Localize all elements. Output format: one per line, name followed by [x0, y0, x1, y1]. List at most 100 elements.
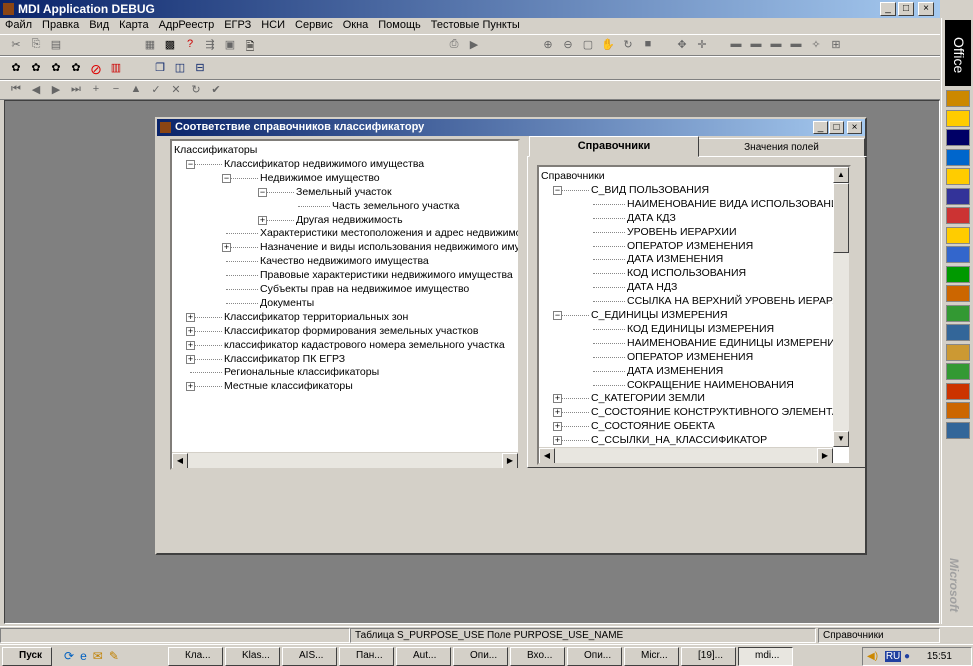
group3-icon[interactable]: ✿ — [48, 61, 64, 76]
expand-icon[interactable]: + — [553, 422, 562, 432]
cascade-icon[interactable]: ❐ — [152, 61, 168, 76]
tree-node[interactable]: СОКРАЩЕНИЕ НАИМЕНОВАНИЯ — [627, 378, 794, 392]
tree-node[interactable]: ССЫЛКА НА ВЕРХНИЙ УРОВЕНЬ ИЕРАРХИИ — [627, 294, 849, 308]
language-indicator[interactable]: RU — [884, 651, 902, 662]
menu-item[interactable]: Тестовые Пункты — [426, 18, 525, 34]
scroll-up-button[interactable]: ▲ — [833, 167, 849, 183]
tile-vertical-icon[interactable]: ◫ — [172, 61, 188, 76]
tool-icon[interactable]: ⇶ — [202, 38, 218, 53]
office-powerpoint-icon[interactable] — [946, 207, 970, 224]
office-calc-icon[interactable] — [946, 246, 970, 263]
layer-icon[interactable]: ▬ — [728, 38, 744, 53]
next-record-icon[interactable]: ▶ — [48, 83, 64, 98]
prior-record-icon[interactable]: ◀ — [28, 83, 44, 98]
office-icon-c-icon[interactable] — [946, 129, 970, 146]
taskbar-button[interactable]: Aut... — [396, 647, 451, 666]
taskbar-button[interactable]: Кла... — [168, 647, 223, 666]
tab-field-values[interactable]: Значения полей — [698, 138, 865, 158]
collapse-icon[interactable]: − — [553, 185, 562, 195]
tree-node[interactable]: Классификатор формирования земельных уча… — [224, 324, 478, 338]
desktop-icon[interactable]: ⟳ — [64, 649, 74, 663]
office-gallery-icon[interactable] — [946, 304, 970, 322]
tree-node[interactable]: Региональные классификаторы — [224, 365, 379, 379]
office-icon-e-icon[interactable] — [946, 168, 970, 185]
insert-record-icon[interactable]: + — [88, 83, 104, 98]
menu-item[interactable]: Помощь — [373, 18, 426, 34]
tree-node[interactable]: С_СОСТОЯНИЕ КОНСТРУКТИВНОГО ЭЛЕМЕНТА — [591, 405, 839, 419]
expand-icon[interactable]: + — [553, 408, 562, 418]
taskbar-button[interactable]: Micr... — [624, 647, 679, 666]
child-close-button[interactable]: × — [847, 121, 862, 134]
taskbar-button[interactable]: mdi... — [738, 647, 793, 666]
tree-node[interactable]: КОД ЕДИНИЦЫ ИЗМЕРЕНИЯ — [627, 322, 774, 336]
tree-node[interactable]: ДАТА ИЗМЕНЕНИЯ — [627, 252, 723, 266]
outlook-icon[interactable]: ✉ — [93, 649, 103, 663]
office-logo[interactable]: Office — [945, 20, 971, 86]
tree-node[interactable]: Недвижимое имущество — [260, 171, 380, 185]
taskbar-button[interactable]: [19]... — [681, 647, 736, 666]
menu-item[interactable]: НСИ — [256, 18, 290, 34]
taskbar-button[interactable]: Klas... — [225, 647, 280, 666]
full-extent-icon[interactable]: ■ — [640, 38, 656, 53]
scroll-right-button[interactable]: ▶ — [502, 453, 518, 468]
office-network-icon[interactable] — [946, 421, 970, 439]
apply-icon[interactable]: ✔ — [208, 83, 224, 98]
paste-icon[interactable]: ▤ — [48, 38, 64, 53]
scroll-right-button[interactable]: ▶ — [817, 448, 833, 463]
expand-icon[interactable]: + — [222, 243, 231, 253]
tree-node[interactable]: Качество недвижимого имущества — [260, 254, 429, 268]
child-maximize-button[interactable]: □ — [829, 121, 844, 134]
tree-node[interactable]: Документы — [260, 296, 314, 310]
office-word-icon[interactable] — [946, 187, 970, 205]
start-button[interactable]: Пуск — [2, 647, 52, 666]
menu-item[interactable]: Окна — [338, 18, 374, 34]
zoom-window-icon[interactable]: ▢ — [580, 38, 596, 53]
tree-root[interactable]: Классификаторы — [174, 143, 257, 157]
layers-icon[interactable]: ▩ — [162, 38, 178, 53]
menu-item[interactable]: Правка — [37, 18, 84, 34]
expand-icon[interactable]: + — [186, 382, 195, 392]
tree-node[interactable]: Земельный участок — [296, 185, 392, 199]
maximize-button[interactable]: □ — [898, 2, 914, 16]
layer3-icon[interactable]: ▬ — [768, 38, 784, 53]
expand-icon[interactable]: + — [258, 215, 267, 225]
office-form-icon[interactable] — [946, 343, 970, 361]
sparkle-icon[interactable]: ✧ — [808, 38, 824, 53]
edit-record-icon[interactable]: ▲ — [128, 83, 144, 98]
help-tray-icon[interactable]: ● — [904, 651, 910, 662]
ie-icon[interactable]: e — [80, 649, 87, 663]
zoom-out-icon[interactable]: ⊖ — [560, 38, 576, 53]
office-pencil-icon[interactable] — [946, 226, 970, 244]
expand-icon[interactable]: + — [186, 312, 195, 322]
tree-node[interactable]: Субъекты прав на недвижимое имущество — [260, 282, 469, 296]
minimize-button[interactable]: _ — [880, 2, 896, 16]
references-tree[interactable]: Справочники − С_ВИД ПОЛЬЗОВАНИЯ НАИМЕНОВАНИ… — [537, 165, 851, 465]
properties-icon[interactable]: ▦ — [142, 38, 158, 53]
tree-root[interactable]: Справочники — [541, 169, 605, 183]
tree-node[interactable]: ОПЕРАТОР ИЗМЕНЕНИЯ — [627, 350, 753, 364]
menu-item[interactable]: Вид — [84, 18, 114, 34]
office-icon-a-icon[interactable] — [946, 90, 970, 107]
tree-node[interactable]: Классификатор ПК ЕГРЗ — [224, 352, 345, 366]
copy-icon[interactable]: ⎘ — [28, 38, 44, 53]
references-vscrollbar[interactable]: ▲ ▼ — [833, 167, 849, 447]
menu-item[interactable]: ЕГРЗ — [219, 18, 256, 34]
collapse-icon[interactable]: − — [258, 187, 267, 197]
expand-icon[interactable]: + — [186, 326, 195, 336]
select-icon[interactable]: ⊞ — [828, 38, 844, 53]
office-icon-d-icon[interactable] — [946, 148, 970, 166]
scroll-left-button[interactable]: ◀ — [172, 453, 188, 468]
tree-node[interactable]: С_СОСТОЯНИЕ ОБЕКТА — [591, 419, 715, 433]
scroll-left-button[interactable]: ◀ — [539, 448, 555, 463]
tree-node[interactable]: НАИМЕНОВАНИЕ ВИДА ИСПОЛЬЗОВАНИЯ — [627, 197, 846, 211]
tree-node[interactable]: Характеристики местоположения и адрес не… — [260, 226, 518, 240]
tile-horizontal-icon[interactable]: ⊟ — [192, 61, 208, 76]
taskbar-button[interactable]: Вхо... — [510, 647, 565, 666]
tree-node[interactable]: Назначение и виды использования недвижим… — [260, 240, 518, 254]
close-button[interactable]: × — [918, 2, 934, 16]
layer4-icon[interactable]: ▬ — [788, 38, 804, 53]
office-excel2-icon[interactable] — [946, 363, 970, 380]
play-icon[interactable]: ▶ — [466, 38, 482, 53]
tree-node[interactable]: Классификатор недвижимого имущества — [224, 157, 424, 171]
move-icon[interactable]: ✥ — [674, 38, 690, 53]
